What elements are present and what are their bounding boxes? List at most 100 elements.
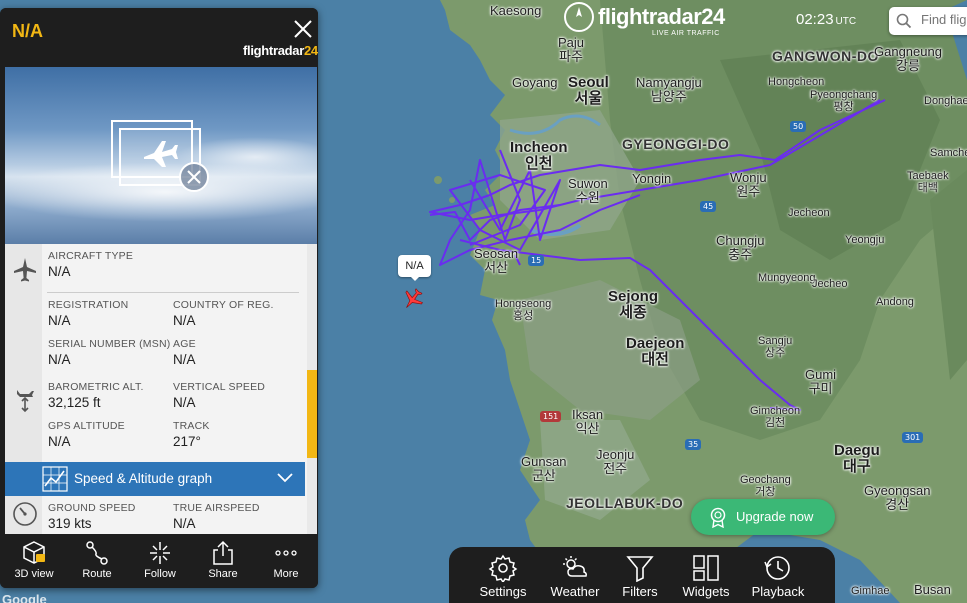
widgets-button[interactable]: Widgets <box>675 547 737 603</box>
chevron-down-icon <box>277 473 293 483</box>
weather-icon <box>563 556 587 577</box>
city-hongcheon: Hongcheon <box>768 76 825 88</box>
main-toolbar: Settings Weather Filters Widgets Playbac… <box>449 547 835 603</box>
serial-field: SERIAL NUMBER (MSN) N/A <box>48 338 171 367</box>
filters-button[interactable]: Filters <box>609 547 671 603</box>
city-pyeongchang: Pyeongchang 평창 <box>810 89 878 113</box>
country-field: COUNTRY OF REG. N/A <box>173 299 274 328</box>
more-icon <box>275 550 297 556</box>
upgrade-now-button[interactable]: Upgrade now <box>691 499 835 535</box>
search-box[interactable] <box>889 7 967 35</box>
no-photo-icon <box>111 120 209 192</box>
city-samcheok: Samche <box>930 147 967 159</box>
panel-brand: flightradar24 <box>243 43 318 58</box>
city-geochang: Geochang 거창 <box>740 474 791 498</box>
city-gimcheon: Gimcheon 김천 <box>750 405 801 429</box>
search-icon <box>896 13 912 29</box>
follow-button[interactable]: Follow <box>129 534 191 588</box>
city-donghae: Donghae <box>924 95 967 107</box>
google-logo: Google <box>2 592 47 603</box>
province-gangwon: GANGWON-DO <box>772 48 879 64</box>
aircraft-icon[interactable] <box>400 286 426 317</box>
badge-icon <box>710 507 726 528</box>
road-shield: 50 <box>790 121 807 132</box>
gps-altitude-field: GPS ALTITUDE N/A <box>48 420 125 449</box>
brand-subtitle: LIVE AIR TRAFFIC <box>652 30 720 37</box>
city-andong: Andong <box>876 296 914 308</box>
search-input[interactable] <box>921 12 967 27</box>
gear-icon <box>488 554 518 582</box>
city-busan: Busan <box>914 582 951 597</box>
flight-details[interactable]: AIRCRAFT TYPE N/A REGISTRATION N/A COUNT… <box>5 244 317 534</box>
road-shield: 301 <box>902 432 924 443</box>
road-shield: 45 <box>700 201 717 212</box>
brand-name: flightradar24 <box>598 4 725 29</box>
barometric-alt-field: BAROMETRIC ALT. 32,125 ft <box>48 381 144 410</box>
weather-button[interactable]: Weather <box>541 547 609 603</box>
flight-callsign: N/A <box>12 21 43 41</box>
city-goyang: Goyang <box>512 75 558 90</box>
city-taebaek: Taebaek 태백 <box>907 170 949 194</box>
speed-altitude-graph-toggle[interactable]: Speed & Altitude graph <box>5 462 305 496</box>
flight-info-panel: N/A flightradar24 AIRCRAFT TYPE N/A REGI… <box>0 8 318 588</box>
filter-icon <box>626 556 654 582</box>
city-yeongju: Yeongju <box>845 234 885 246</box>
more-button[interactable]: More <box>255 534 317 588</box>
city-gimhae: Gimhae <box>851 585 890 597</box>
flightradar-logo[interactable]: flightradar24 LIVE AIR TRAFFIC <box>564 2 725 42</box>
route-button[interactable]: Route <box>66 534 128 588</box>
city-sejong: Sejong 세종 <box>608 288 659 321</box>
city-wonju: Wonju 원주 <box>730 170 767 199</box>
city-namyangju: Namyangju 남양주 <box>636 75 702 104</box>
share-icon <box>213 540 233 565</box>
city-chungju: Chungju 충주 <box>716 233 765 262</box>
close-icon[interactable] <box>292 18 314 40</box>
city-jeonju-nearby: Jecheo <box>812 278 848 290</box>
share-button[interactable]: Share <box>192 534 254 588</box>
route-icon <box>86 541 108 565</box>
city-daegu: Daegu 대구 <box>834 442 880 475</box>
playback-button[interactable]: Playback <box>743 547 813 603</box>
ground-speed-field: GROUND SPEED 319 kts <box>48 502 136 531</box>
altitude-icon <box>17 390 34 413</box>
road-shield: 35 <box>685 439 702 450</box>
city-seoul: Seoul 서울 <box>568 74 609 107</box>
city-incheon: Incheon 인천 <box>510 139 568 172</box>
follow-icon <box>150 542 170 564</box>
city-daejeon: Daejeon 대전 <box>626 335 685 368</box>
city-hongseong: Hongseong 홍성 <box>495 298 552 322</box>
vertical-speed-field: VERTICAL SPEED N/A <box>173 381 266 410</box>
city-jeonju: Jeonju 전주 <box>596 447 635 476</box>
aircraft-label[interactable]: N/A <box>398 255 431 281</box>
city-iksan: Iksan 익산 <box>572 407 604 436</box>
3d-view-button[interactable]: 3D view <box>3 534 65 588</box>
panel-toolbar: 3D view Route Follow Share More <box>0 534 318 588</box>
city-gumi: Gumi 구미 <box>805 367 837 396</box>
city-mungyeong: Mungyeong <box>758 272 816 284</box>
city-suwon: Suwon 수원 <box>568 176 608 205</box>
radar-icon <box>564 2 594 32</box>
track-field: TRACK 217° <box>173 420 210 449</box>
aircraft-type-field: AIRCRAFT TYPE N/A <box>48 250 134 279</box>
province-jeollabuk: JEOLLABUK-DO <box>566 495 684 511</box>
true-airspeed-field: TRUE AIRSPEED N/A <box>173 502 260 531</box>
registration-field: REGISTRATION N/A <box>48 299 129 328</box>
airplane-icon <box>14 258 36 282</box>
settings-button[interactable]: Settings <box>469 547 537 603</box>
city-gangneung: Gangneung 강릉 <box>874 44 942 73</box>
graph-label: Speed & Altitude graph <box>74 471 213 486</box>
city-sangju: Sangju 상주 <box>758 335 793 359</box>
details-scroll-thumb[interactable] <box>307 370 317 458</box>
city-jecheon: Jecheon <box>788 207 830 219</box>
speedometer-icon <box>13 502 37 526</box>
aircraft-photo[interactable] <box>5 67 317 244</box>
divider <box>47 292 299 293</box>
city-gyeongsan: Gyeongsan 경산 <box>864 483 931 512</box>
age-field: AGE N/A <box>173 338 196 367</box>
cube-icon <box>23 541 45 564</box>
road-shield: 15 <box>528 255 545 266</box>
graph-icon <box>42 466 68 492</box>
road-shield: 151 <box>540 411 562 422</box>
panel-header: N/A flightradar24 <box>0 8 318 66</box>
city-kaesong: Kaesong <box>490 3 542 18</box>
